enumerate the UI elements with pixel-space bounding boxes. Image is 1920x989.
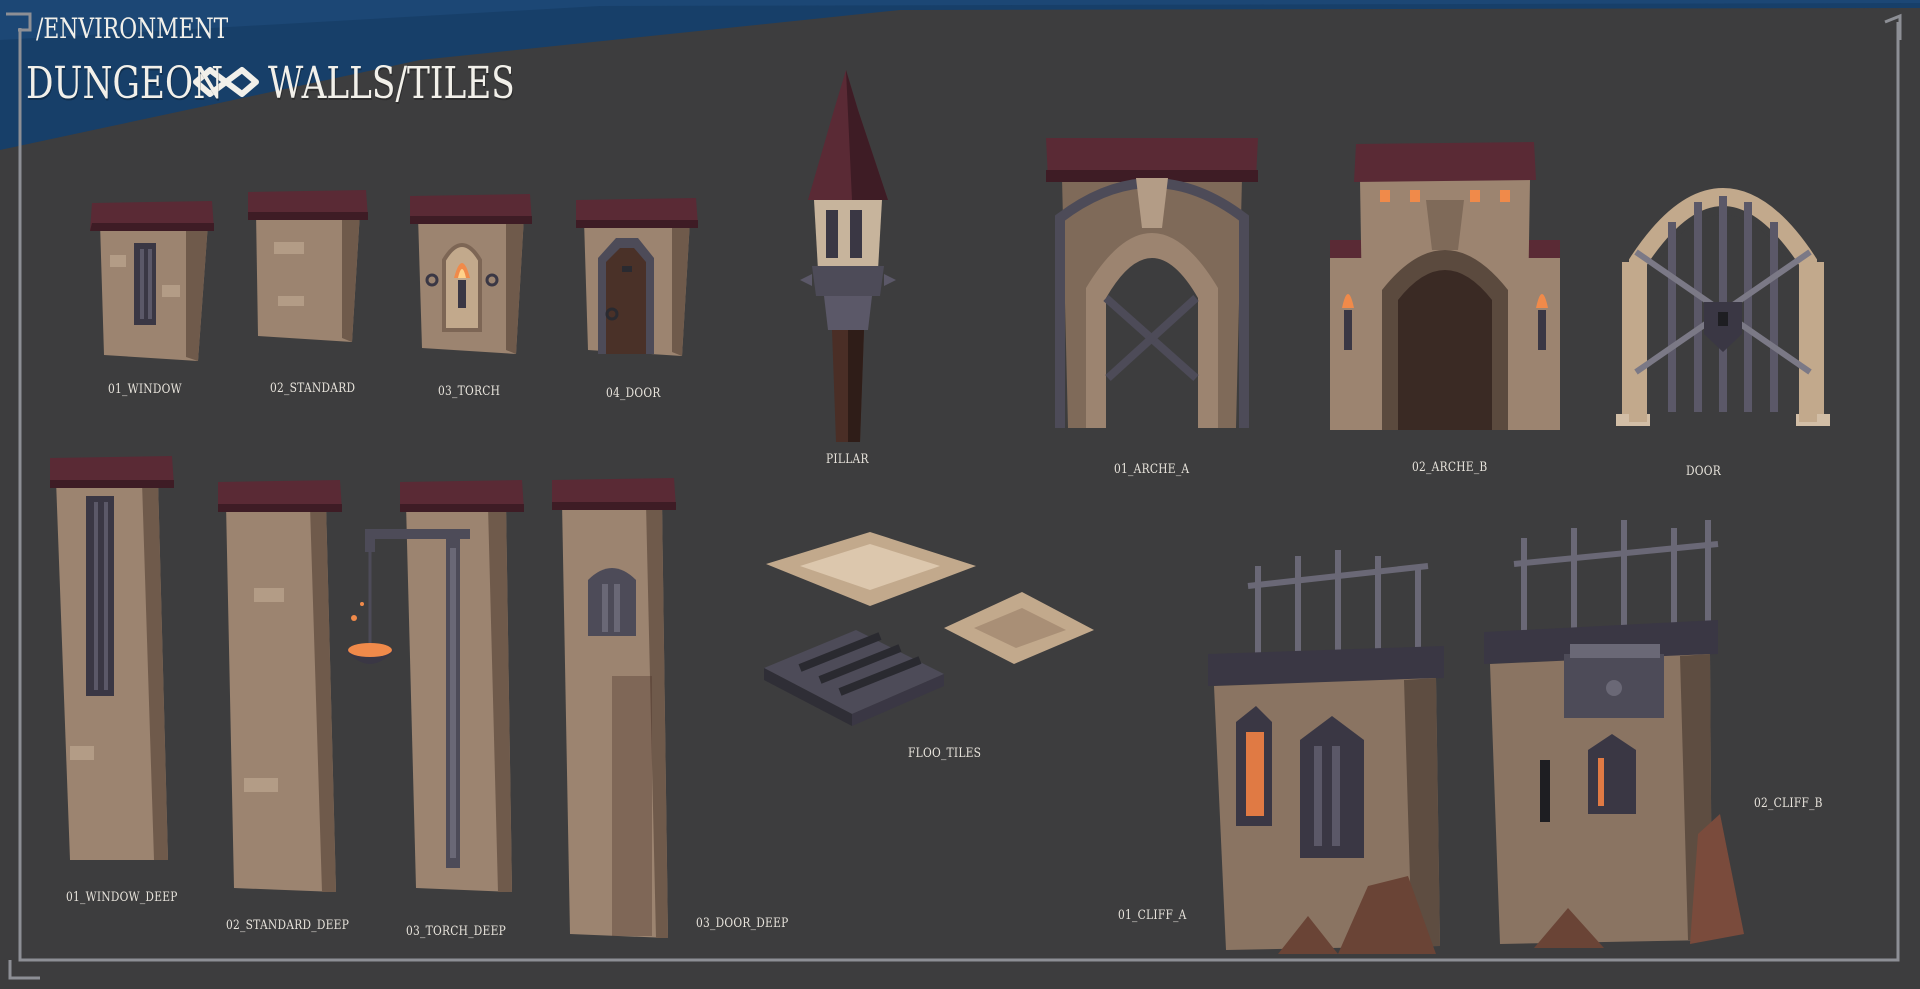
- label-torch: 03_TORCH: [438, 384, 501, 399]
- label-cliff-b: 02_CLIFF_B: [1754, 796, 1823, 811]
- label-standard-deep: 02_STANDARD_DEEP: [226, 918, 350, 933]
- page-title-dungeon: DUNGEON: [26, 58, 224, 109]
- asset-standard-wall: [248, 190, 368, 342]
- asset-window-deep: [50, 456, 174, 860]
- label-arche-b: 02_ARCHE_B: [1412, 460, 1488, 475]
- label-window-deep: 01_WINDOW_DEEP: [66, 890, 178, 905]
- breadcrumb: /ENVIRONMENT: [36, 12, 229, 45]
- asset-door-deep: [552, 478, 676, 938]
- label-floor-tiles: FLOO_TILES: [908, 746, 982, 761]
- asset-standard-deep: [218, 480, 342, 892]
- label-door: 04_DOOR: [606, 386, 661, 401]
- label-torch-deep: 03_TORCH_DEEP: [406, 924, 507, 939]
- label-door-deep: 03_DOOR_DEEP: [696, 916, 789, 931]
- label-standard: 02_STANDARD: [270, 381, 356, 396]
- asset-cliff-a: [1208, 550, 1444, 954]
- asset-door-wall: [576, 198, 698, 356]
- concept-sheet: /ENVIRONMENT DUNGEON WALLS/TILES 01_WIND…: [0, 0, 1920, 989]
- page-title-walls-tiles: WALLS/TILES: [268, 58, 515, 109]
- asset-gate-door: [1616, 188, 1830, 426]
- label-window: 01_WINDOW: [108, 382, 182, 397]
- asset-arche-a: [1046, 138, 1258, 428]
- asset-arche-b: [1330, 142, 1560, 430]
- asset-cliff-b: [1484, 520, 1744, 948]
- label-arche-a: 01_ARCHE_A: [1114, 462, 1190, 477]
- asset-torch-deep: [346, 480, 524, 892]
- frame-corner-bl: [8, 960, 40, 980]
- label-cliff-a: 01_CLIFF_A: [1118, 908, 1187, 923]
- asset-torch-wall: [410, 194, 532, 354]
- asset-floor-tiles: [764, 532, 1094, 726]
- asset-pillar: [800, 70, 896, 442]
- label-gate-door: DOOR: [1686, 464, 1722, 479]
- label-pillar: PILLAR: [826, 452, 869, 467]
- asset-window-wall: [90, 201, 214, 361]
